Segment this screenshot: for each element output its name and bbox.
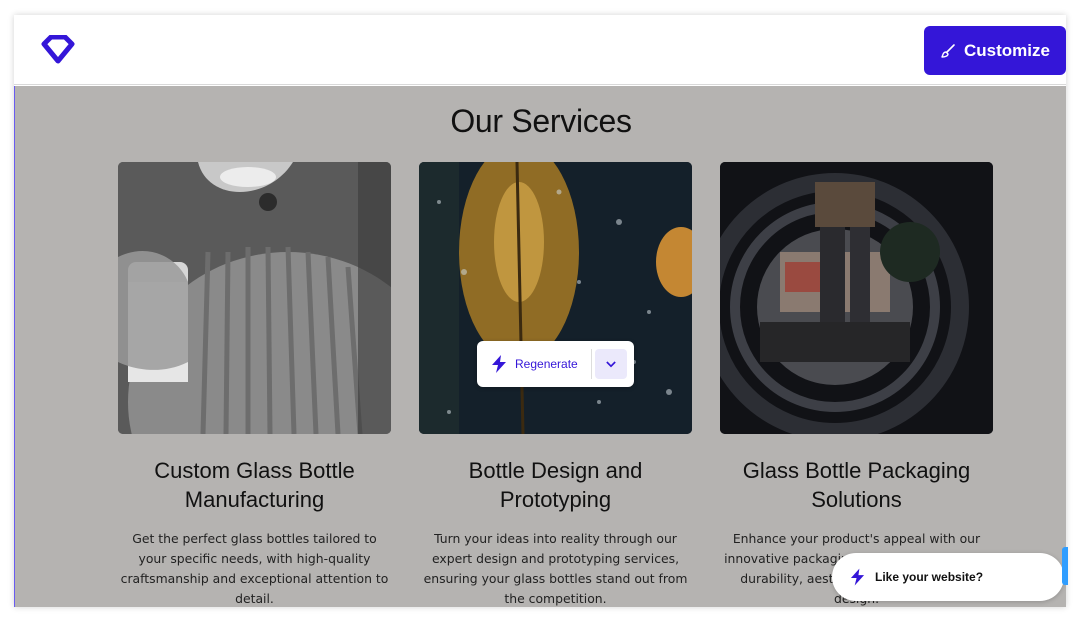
brush-icon [941, 43, 955, 58]
feedback-label: Like your website? [875, 570, 984, 584]
top-navigation-bar: Customize [14, 15, 1066, 85]
service-image[interactable] [419, 162, 692, 434]
service-image[interactable] [118, 162, 391, 434]
card-description: Get the perfect glass bottles tailored t… [120, 531, 389, 606]
lightning-icon [492, 355, 506, 373]
card-title: Custom Glass Bottle Manufacturing [154, 458, 355, 512]
customize-button[interactable]: Customize [924, 26, 1066, 75]
service-card: Custom Glass Bottle Manufacturing Get th… [118, 162, 391, 607]
regenerate-button[interactable]: Regenerate [477, 341, 634, 387]
feedback-widget[interactable]: Like your website? [832, 553, 1064, 601]
section-title: Our Services [450, 103, 632, 139]
regenerate-label: Regenerate [515, 357, 578, 371]
lightning-icon [850, 568, 865, 586]
side-widget-tab[interactable] [1062, 547, 1068, 585]
browser-viewport: Customize Our Services Custom Glass Bott… [14, 15, 1066, 607]
card-title: Bottle Design and Prototyping [468, 458, 643, 512]
diamond-logo-icon[interactable] [40, 34, 76, 65]
chevron-down-icon [606, 360, 616, 367]
service-image[interactable] [720, 162, 993, 434]
card-description: Turn your ideas into reality through our… [423, 531, 688, 606]
regenerate-options-dropdown[interactable] [595, 349, 627, 379]
divider [591, 349, 592, 379]
service-card: Glass Bottle Packaging Solutions Enhance… [720, 162, 993, 607]
customize-label: Customize [964, 40, 1050, 60]
card-title: Glass Bottle Packaging Solutions [742, 458, 971, 512]
